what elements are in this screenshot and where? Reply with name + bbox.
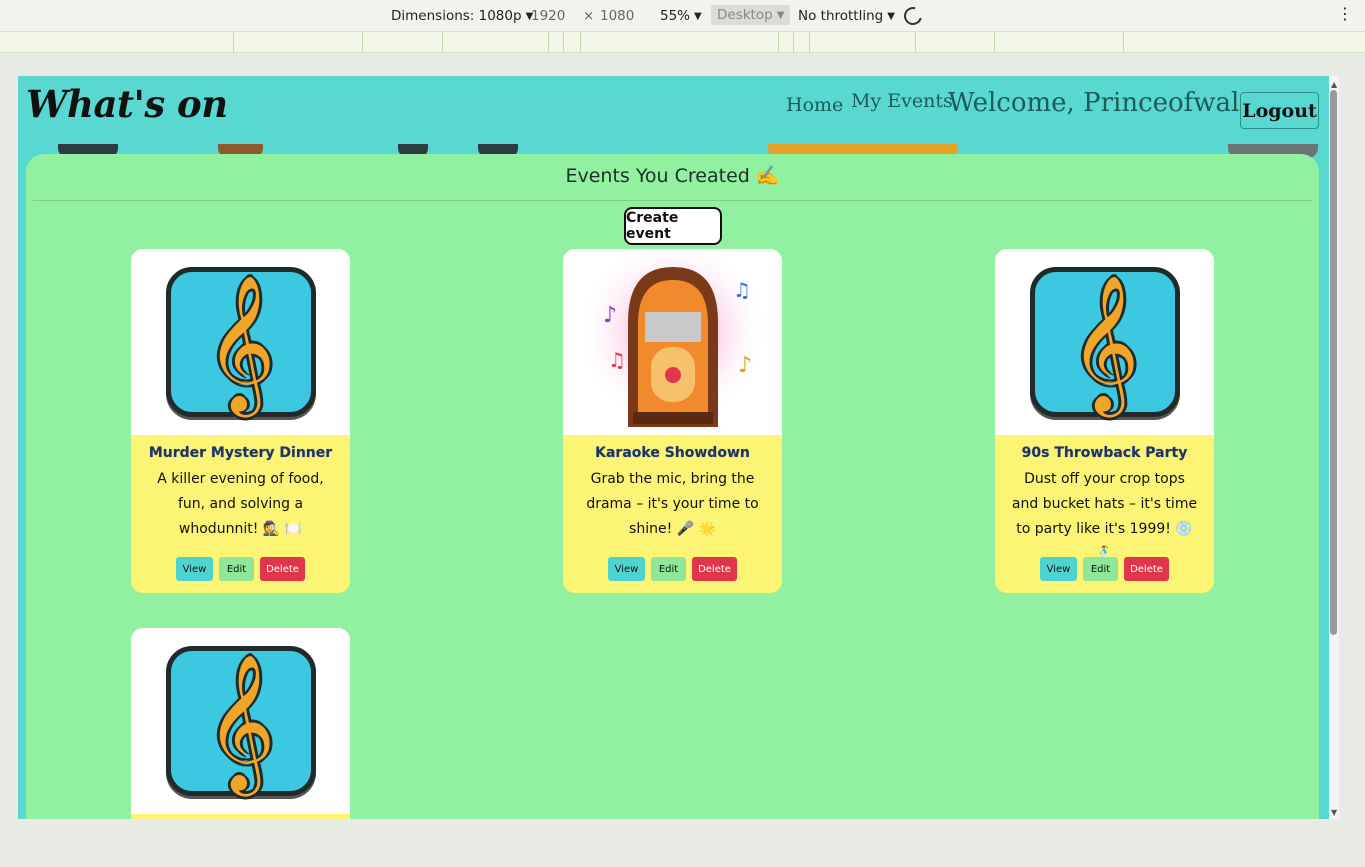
scroll-down-icon[interactable]: ▼ [1331,808,1337,817]
view-button[interactable]: View [176,557,213,581]
event-image: 𝄞 [131,249,350,435]
nav-link-home[interactable]: Home [786,94,843,116]
svg-text:♪: ♪ [738,353,752,378]
media-query-segment[interactable] [362,32,363,52]
divider [33,200,1312,201]
delete-button[interactable]: Delete [1124,557,1169,581]
event-image: ♪ ♫ ♫ ♪ [563,249,782,435]
device-mode-label: Desktop [717,7,773,23]
event-title: 90s Throwback Party [1021,445,1188,461]
event-card: 𝄞 [131,628,350,819]
media-query-segment[interactable] [915,32,916,52]
treble-clef-icon: 𝄞 [205,652,276,790]
view-button[interactable]: View [608,557,645,581]
edit-button[interactable]: Edit [651,557,686,581]
media-query-bar [0,31,1365,53]
edit-button[interactable]: Edit [219,557,254,581]
event-title: Murder Mystery Dinner [148,445,333,461]
media-query-segment[interactable] [563,32,564,52]
zoom-dropdown[interactable]: 55% ▼ [660,8,702,24]
dimensions-dropdown[interactable]: Dimensions: 1080p ▼ [391,8,533,24]
treble-clef-icon: 𝄞 [1069,273,1140,411]
music-note-icon: 𝄞 [1029,267,1180,417]
zoom-label: 55% [660,8,691,24]
create-event-button[interactable]: Create event [624,207,722,245]
page-title: Events You Created ✍️ [565,165,780,187]
navbar: What's on Home My Events Welcome, Prince… [18,76,1329,144]
media-query-segment[interactable] [548,32,549,52]
dimensions-label: Dimensions: 1080p [391,8,522,24]
brand-logo[interactable]: What's on [26,82,228,126]
media-query-segment[interactable] [580,32,581,52]
media-query-segment[interactable] [793,32,794,52]
rotate-icon [900,3,926,29]
device-mode-dropdown: Desktop ▼ [711,5,791,25]
delete-button[interactable]: Delete [692,557,737,581]
chevron-down-icon: ▼ [887,10,895,22]
times-label: × [583,8,595,24]
media-query-segment[interactable] [1123,32,1124,52]
media-query-segment[interactable] [994,32,995,52]
svg-text:♫: ♫ [608,348,626,372]
view-button[interactable]: View [1040,557,1077,581]
events-panel: Events You Created ✍️ Create event 𝄞 Mur… [26,154,1319,819]
event-description: Dust off your crop tops and bucket hats … [1011,471,1198,562]
svg-text:♪: ♪ [603,303,617,328]
event-description: Grab the mic, bring the drama – it's you… [586,471,759,537]
event-actions: View Edit Delete [131,557,350,581]
rotate-button[interactable] [900,3,926,29]
scroll-up-icon[interactable]: ▲ [1331,80,1337,89]
edit-button[interactable]: Edit [1083,557,1118,581]
event-image: 𝄞 [131,628,350,814]
event-actions: View Edit Delete [563,557,782,581]
logout-button[interactable]: Logout [1240,92,1319,129]
event-image: 𝄞 [995,249,1214,435]
event-description: A killer evening of food, fun, and solvi… [157,471,324,537]
page-viewport: What's on Home My Events Welcome, Prince… [18,76,1329,819]
media-query-segment[interactable] [233,32,234,52]
height-input[interactable]: 1080 [600,8,634,24]
more-options-icon[interactable]: ⋮ [1337,6,1353,22]
media-query-segment[interactable] [809,32,810,52]
event-title: Karaoke Showdown [595,445,750,461]
media-query-segment[interactable] [778,32,779,52]
event-actions: View Edit Delete [995,557,1214,581]
event-card: 𝄞 90s Throwback Party Dust off your crop… [995,249,1214,593]
delete-button[interactable]: Delete [260,557,305,581]
svg-text:♫: ♫ [733,278,751,302]
devtools-toolbar: Dimensions: 1080p ▼ 1920 × 1080 55% ▼ De… [0,0,1365,33]
scrollbar-thumb[interactable] [1330,90,1337,635]
throttling-dropdown[interactable]: No throttling ▼ [798,8,895,24]
music-note-icon: 𝄞 [165,646,316,796]
event-card: 𝄞 Murder Mystery Dinner A killer evening… [131,249,350,593]
throttling-label: No throttling [798,8,884,24]
media-query-segment[interactable] [442,32,443,52]
treble-clef-icon: 𝄞 [205,273,276,411]
nav-link-my-events[interactable]: My Events [851,90,953,112]
event-card: ♪ ♫ ♫ ♪ Karaoke Showdown Grab the mic, b… [563,249,782,593]
welcome-message: Welcome, Princeofwales! [948,88,1279,118]
music-note-icon: 𝄞 [165,267,316,417]
width-input[interactable]: 1920 [531,8,565,24]
jukebox-image: ♪ ♫ ♫ ♪ [577,252,768,427]
chevron-down-icon: ▼ [776,9,785,21]
chevron-down-icon: ▼ [694,10,702,22]
